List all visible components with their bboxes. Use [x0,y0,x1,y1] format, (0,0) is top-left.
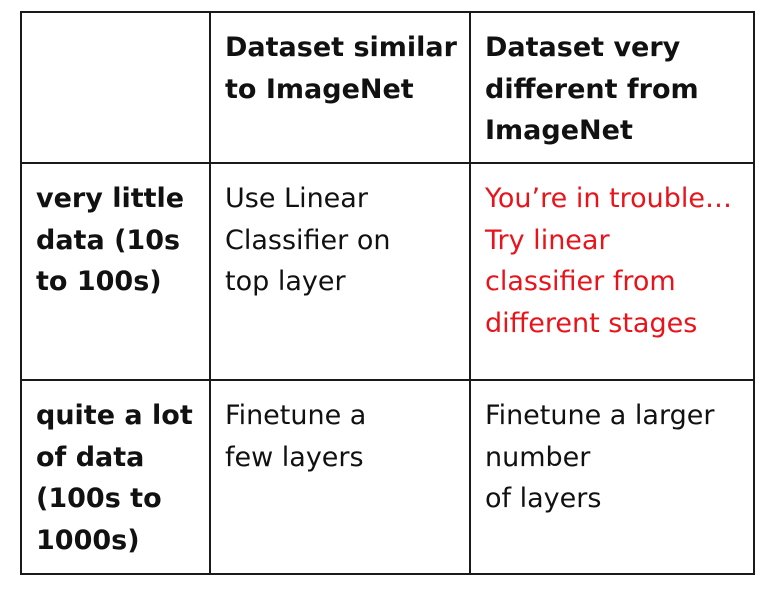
row-label-line: data (10s [36,224,181,256]
header-line: Dataset similar [225,32,457,63]
row-label-line: (100s to [36,483,162,514]
cell-line: Finetune a larger [485,400,715,431]
row-label-line: to 100s) [36,266,162,297]
cell-line: number [485,441,591,473]
cell-little-data-different: You’re in trouble… Try linear classifier… [469,162,755,381]
warning-line: classifier from [485,266,676,297]
cell-line: Finetune a [225,400,367,431]
cell-little-data-similar: Use Linear Classifier on top layer [209,162,471,381]
table-row-little-data: very little data (10s to 100s) Use Linea… [20,162,755,381]
table-header-row: Dataset similar to ImageNet Dataset very… [20,11,755,164]
row-label-line: 1000s) [36,524,140,556]
row-label-line: very little [36,183,185,214]
header-line: to ImageNet [225,73,414,105]
cell-line: top layer [225,266,346,297]
row-label-line: quite a lot [36,400,193,431]
header-similar-dataset: Dataset similar to ImageNet [209,11,471,164]
row-label-lot-of-data: quite a lot of data (100s to 1000s) [20,379,211,575]
cell-lot-of-data-different: Finetune a larger number of layers [469,379,755,575]
table-row-lot-of-data: quite a lot of data (100s to 1000s) Fine… [20,379,755,575]
cell-line: of layers [485,483,602,514]
cell-line: Classifier on [225,224,391,256]
header-line: Dataset very [485,32,681,63]
cell-line: Use Linear [225,183,368,214]
row-label-little-data: very little data (10s to 100s) [20,162,211,381]
warning-line: You’re in trouble… [485,183,732,214]
row-label-line: of data [36,441,145,473]
corner-cell [20,11,211,164]
cell-lot-of-data-similar: Finetune a few layers [209,379,471,575]
cell-line: few layers [225,441,364,473]
header-line: different from [485,73,699,105]
transfer-learning-table: Dataset similar to ImageNet Dataset very… [20,11,755,575]
header-different-dataset: Dataset very different from ImageNet [469,11,755,164]
header-line: ImageNet [485,115,633,146]
warning-line: different stages [485,307,698,339]
warning-line: Try linear [485,224,610,256]
